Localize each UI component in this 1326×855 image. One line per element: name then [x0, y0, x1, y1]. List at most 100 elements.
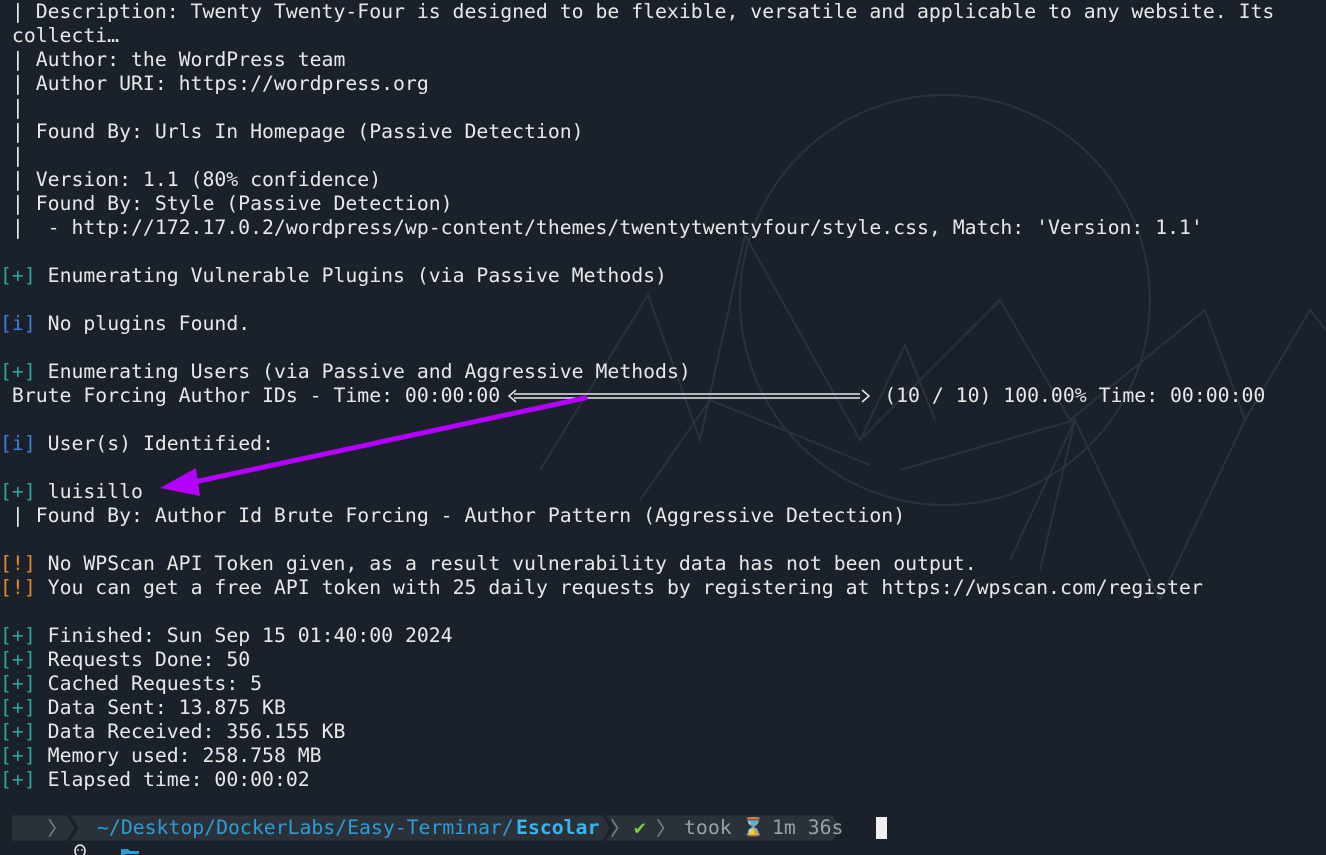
- tag-symbol-plus: +: [11, 672, 24, 695]
- output-line: | Found By: Urls In Homepage (Passive De…: [0, 120, 584, 143]
- tag-bracket: [: [0, 720, 12, 743]
- line-text: Data Received: 356.155 KB: [35, 720, 346, 743]
- tag-symbol-plus: +: [11, 720, 24, 743]
- tag-bracket: [: [0, 768, 12, 791]
- output-line-info: [i] User(s) Identified:: [0, 432, 1326, 456]
- tag-bracket: ]: [23, 648, 36, 671]
- prompt-current-dir: Escolar: [516, 816, 600, 839]
- prompt-path: ~/Desktop/DockerLabs/Easy-Terminar/: [97, 816, 514, 839]
- terminal-output: | Description: Twenty Twenty-Four is des…: [0, 0, 1326, 792]
- progress-bar: [506, 384, 872, 408]
- output-line-plus: [+] Cached Requests: 5: [0, 672, 1326, 696]
- tag-symbol-plus: +: [11, 648, 24, 671]
- tag-bracket: ]: [23, 768, 36, 791]
- tag-symbol-plus: +: [11, 624, 24, 647]
- output-line-user: [+] luisillo: [0, 480, 1326, 504]
- progress-left-head: [508, 389, 517, 403]
- tag-bracket: ]: [23, 264, 36, 287]
- output-line-plus: [+] Data Received: 356.155 KB: [0, 720, 1326, 744]
- tag-bracket: [: [0, 264, 12, 287]
- progress-label: Brute Forcing Author IDs - Time: 00:00:0…: [0, 384, 501, 407]
- tag-bracket: ]: [23, 312, 36, 335]
- line-text: User(s) Identified:: [35, 432, 274, 455]
- output-line: |: [0, 96, 24, 119]
- tag-symbol-plus: +: [11, 744, 24, 767]
- line-text: Enumerating Vulnerable Plugins (via Pass…: [35, 264, 667, 287]
- tag-bracket: [: [0, 696, 12, 719]
- output-line-plus: [+] Finished: Sun Sep 15 01:40:00 2024: [0, 624, 1326, 648]
- output-line-info: [i] No plugins Found.: [0, 312, 1326, 336]
- shell-prompt: ~/Desktop/DockerLabs/Easy-Terminar/ Esco…: [0, 815, 1326, 855]
- output-line: | Description: Twenty Twenty-Four is des…: [0, 0, 1275, 23]
- output-line: | Author: the WordPress team: [0, 48, 346, 71]
- tag-bracket: [: [0, 576, 12, 599]
- tag-bracket: ]: [23, 576, 36, 599]
- output-line: collecti…: [0, 24, 120, 47]
- line-text: Memory used: 258.758 MB: [35, 744, 322, 767]
- tag-symbol-plus: +: [11, 264, 24, 287]
- tag-bracket: ]: [23, 432, 36, 455]
- output-line-plus: [+] Data Sent: 13.875 KB: [0, 696, 1326, 720]
- output-line: | Version: 1.1 (80% confidence): [0, 168, 382, 191]
- output-line: | Found By: Style (Passive Detection): [0, 192, 453, 215]
- tag-bracket: [: [0, 624, 12, 647]
- output-line-warn: [!] No WPScan API Token given, as a resu…: [0, 552, 1326, 576]
- tag-bracket: ]: [23, 744, 36, 767]
- tag-bracket: [: [0, 648, 12, 671]
- tag-bracket: ]: [23, 480, 36, 503]
- line-text: Elapsed time: 00:00:02: [35, 768, 310, 791]
- hourglass-icon: ⌛: [742, 817, 765, 838]
- output-line-warn: [!] You can get a free API token with 25…: [0, 576, 1326, 600]
- line-text: You can get a free API token with 25 dai…: [35, 576, 1203, 599]
- output-line-plus: [+] Elapsed time: 00:00:02: [0, 768, 1326, 792]
- tag-symbol-plus: +: [11, 768, 24, 791]
- line-text: No WPScan API Token given, as a result v…: [35, 552, 977, 575]
- tag-symbol-info: i: [11, 312, 24, 335]
- line-text: Data Sent: 13.875 KB: [35, 696, 286, 719]
- tag-symbol-plus: +: [11, 480, 24, 503]
- text-cursor[interactable]: [876, 817, 887, 839]
- tag-bracket: ]: [23, 624, 36, 647]
- output-line: | Author URI: https://wordpress.org: [0, 72, 429, 95]
- tag-bracket: ]: [23, 552, 36, 575]
- tag-symbol-plus: +: [11, 696, 24, 719]
- tag-bracket: ]: [23, 360, 36, 383]
- took-label: took: [684, 816, 732, 839]
- progress-line: Brute Forcing Author IDs - Time: 00:00:0…: [0, 384, 1326, 408]
- tag-bracket: [: [0, 672, 12, 695]
- tag-symbol-info: i: [11, 432, 24, 455]
- command-duration: 1m 36s: [772, 816, 844, 839]
- line-text: Requests Done: 50: [35, 648, 251, 671]
- tag-bracket: ]: [23, 672, 36, 695]
- progress-right-head: [861, 389, 871, 403]
- output-line: | Found By: Author Id Brute Forcing - Au…: [0, 504, 906, 527]
- username-text: luisillo: [35, 480, 143, 503]
- tag-bracket: [: [0, 744, 12, 767]
- output-line-plus: [+] Enumerating Users (via Passive and A…: [0, 360, 1326, 384]
- progress-status: (10 / 10) 100.00% Time: 00:00:00: [884, 384, 1266, 407]
- output-line-plus: [+] Memory used: 258.758 MB: [0, 744, 1326, 768]
- tag-symbol-warn: !: [11, 576, 24, 599]
- tag-bracket: [: [0, 480, 12, 503]
- success-check-icon: ✔: [634, 816, 646, 839]
- tag-symbol-plus: +: [11, 360, 24, 383]
- output-line-plus: [+] Requests Done: 50: [0, 648, 1326, 672]
- output-line-plus: [+] Enumerating Vulnerable Plugins (via …: [0, 264, 1326, 288]
- line-text: No plugins Found.: [35, 312, 251, 335]
- tag-bracket: ]: [23, 696, 36, 719]
- tag-bracket: [: [0, 432, 12, 455]
- tag-bracket: [: [0, 552, 12, 575]
- line-text: Cached Requests: 5: [35, 672, 263, 695]
- output-line: |: [0, 144, 24, 167]
- tag-bracket: ]: [23, 720, 36, 743]
- line-text: Enumerating Users (via Passive and Aggre…: [35, 360, 691, 383]
- tag-bracket: [: [0, 360, 12, 383]
- line-text: Finished: Sun Sep 15 01:40:00 2024: [35, 624, 453, 647]
- tag-bracket: [: [0, 312, 12, 335]
